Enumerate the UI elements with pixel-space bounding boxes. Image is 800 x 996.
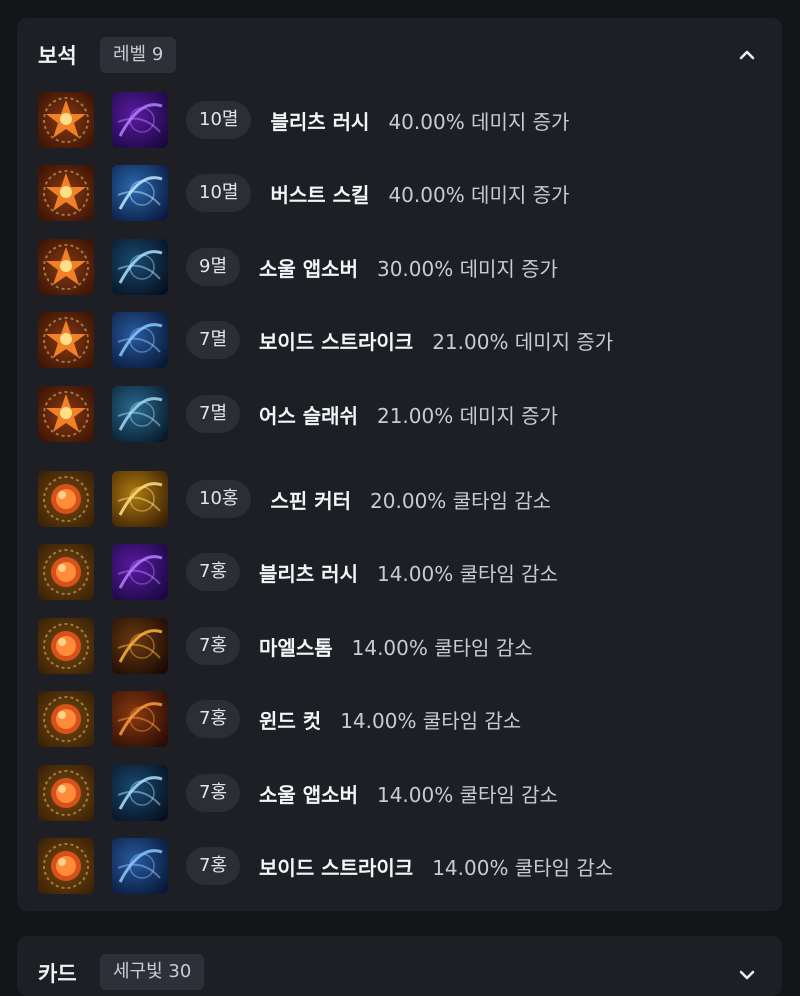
wind-cut-skill-icon[interactable] xyxy=(112,691,168,747)
gem-row[interactable]: 10멸 블리츠 러시 40.00% 데미지 증가 xyxy=(17,92,782,148)
gem-effect: 14.00% 쿨타임 감소 xyxy=(340,708,522,733)
void-strike-skill-icon[interactable] xyxy=(112,838,168,894)
gem-level-pill: 7홍 xyxy=(186,553,241,591)
skill-name: 블리츠 러시 xyxy=(270,109,370,134)
void-strike-skill-icon[interactable] xyxy=(112,312,168,368)
gem-level-pill: 7홍 xyxy=(186,847,241,885)
skill-name: 보이드 스트라이크 xyxy=(259,329,414,354)
chevron-down-icon[interactable] xyxy=(734,962,760,988)
blitz-rush-skill-icon[interactable] xyxy=(112,92,168,148)
gem-level-pill: 7홍 xyxy=(186,774,241,812)
skill-name: 마엘스톰 xyxy=(259,635,333,660)
skill-name: 어스 슬래쉬 xyxy=(259,403,358,428)
cards-set-badge: 세구빛 30 xyxy=(100,954,205,990)
gem-row[interactable]: 7홍 소울 앱소버 14.00% 쿨타임 감소 xyxy=(17,765,782,821)
gem-row-content: 7홍 보이드 스트라이크 14.00% 쿨타임 감소 xyxy=(186,847,613,885)
gem-effect: 14.00% 쿨타임 감소 xyxy=(376,782,558,807)
cards-section-title: 카드 xyxy=(38,962,77,986)
gem-level-pill: 10멸 xyxy=(186,174,252,212)
destruction-gem-icon[interactable] xyxy=(38,239,94,295)
gem-level-pill: 7멸 xyxy=(186,321,241,359)
maelstrom-skill-icon[interactable] xyxy=(112,618,168,674)
destruction-gem-icon[interactable] xyxy=(38,386,94,442)
gem-level-pill: 10멸 xyxy=(186,101,252,139)
skill-name: 블리츠 러시 xyxy=(259,561,358,586)
gem-effect: 30.00% 데미지 증가 xyxy=(376,256,558,281)
gem-row[interactable]: 7홍 윈드 컷 14.00% 쿨타임 감소 xyxy=(17,691,782,747)
gem-row-content: 10홍 스핀 커터 20.00% 쿨타임 감소 xyxy=(186,480,551,518)
crimson-gem-icon[interactable] xyxy=(38,691,94,747)
gem-row[interactable]: 9멸 소울 앱소버 30.00% 데미지 증가 xyxy=(17,239,782,295)
spin-cutter-skill-icon[interactable] xyxy=(112,471,168,527)
gem-row[interactable]: 7홍 보이드 스트라이크 14.00% 쿨타임 감소 xyxy=(17,838,782,894)
destruction-gem-icon[interactable] xyxy=(38,312,94,368)
gem-row-content: 7홍 마엘스톰 14.00% 쿨타임 감소 xyxy=(186,627,533,665)
gems-panel-header[interactable]: 보석 레벨 9 xyxy=(17,18,782,92)
gem-row[interactable]: 10멸 버스트 스킬 40.00% 데미지 증가 xyxy=(17,165,782,221)
burst-skill-icon[interactable] xyxy=(112,165,168,221)
gem-level-pill: 7멸 xyxy=(186,395,241,433)
gem-level-pill: 7홍 xyxy=(186,700,241,738)
gem-level-pill: 10홍 xyxy=(186,480,252,518)
gem-row[interactable]: 7홍 마엘스톰 14.00% 쿨타임 감소 xyxy=(17,618,782,674)
gem-effect: 21.00% 데미지 증가 xyxy=(432,329,614,354)
crimson-gem-icon[interactable] xyxy=(38,618,94,674)
gem-effect: 14.00% 쿨타임 감소 xyxy=(376,561,558,586)
skill-name: 보이드 스트라이크 xyxy=(259,855,414,880)
gem-level-pill: 9멸 xyxy=(186,248,241,286)
gem-effect: 40.00% 데미지 증가 xyxy=(388,182,570,207)
crimson-gem-icon[interactable] xyxy=(38,544,94,600)
gems-panel: 보석 레벨 9 10멸 블리츠 러시 40.00% 데미지 증가 10멸 버스트 스킬 4… xyxy=(17,18,782,911)
gem-effect: 21.00% 데미지 증가 xyxy=(376,403,558,428)
gem-row-content: 10멸 블리츠 러시 40.00% 데미지 증가 xyxy=(186,101,569,139)
cards-panel[interactable]: 카드 세구빛 30 xyxy=(17,936,782,996)
gem-row-content: 7멸 보이드 스트라이크 21.00% 데미지 증가 xyxy=(186,321,613,359)
gem-effect: 14.00% 쿨타임 감소 xyxy=(351,635,533,660)
gem-row-content: 7홍 소울 앱소버 14.00% 쿨타임 감소 xyxy=(186,774,558,812)
gem-row[interactable]: 10홍 스핀 커터 20.00% 쿨타임 감소 xyxy=(17,471,782,527)
skill-name: 소울 앱소버 xyxy=(259,782,358,807)
gem-effect: 40.00% 데미지 증가 xyxy=(388,109,570,134)
crimson-gem-icon[interactable] xyxy=(38,471,94,527)
crimson-gem-icon[interactable] xyxy=(38,838,94,894)
crimson-gem-icon[interactable] xyxy=(38,765,94,821)
skill-name: 버스트 스킬 xyxy=(270,182,370,207)
skill-name: 윈드 컷 xyxy=(259,708,322,733)
gem-row-content: 7홍 블리츠 러시 14.00% 쿨타임 감소 xyxy=(186,553,558,591)
gem-row-content: 7홍 윈드 컷 14.00% 쿨타임 감소 xyxy=(186,700,521,738)
gem-effect: 14.00% 쿨타임 감소 xyxy=(432,855,614,880)
destruction-gem-icon[interactable] xyxy=(38,92,94,148)
destruction-gem-icon[interactable] xyxy=(38,165,94,221)
earth-slash-skill-icon[interactable] xyxy=(112,386,168,442)
gem-effect: 20.00% 쿨타임 감소 xyxy=(370,488,552,513)
skill-name: 소울 앱소버 xyxy=(259,256,358,281)
gems-level-badge: 레벨 9 xyxy=(100,37,177,73)
chevron-up-icon[interactable] xyxy=(734,42,760,68)
blitz-rush-skill-icon[interactable] xyxy=(112,544,168,600)
soul-absorber-skill-icon[interactable] xyxy=(112,239,168,295)
gems-section-title: 보석 xyxy=(38,44,77,68)
skill-name: 스핀 커터 xyxy=(270,488,352,513)
gem-row[interactable]: 7멸 어스 슬래쉬 21.00% 데미지 증가 xyxy=(17,386,782,442)
gem-row-content: 10멸 버스트 스킬 40.00% 데미지 증가 xyxy=(186,174,569,212)
gem-row-content: 9멸 소울 앱소버 30.00% 데미지 증가 xyxy=(186,248,558,286)
gem-row[interactable]: 7멸 보이드 스트라이크 21.00% 데미지 증가 xyxy=(17,312,782,368)
gem-row-content: 7멸 어스 슬래쉬 21.00% 데미지 증가 xyxy=(186,395,558,433)
soul-absorber-skill-icon[interactable] xyxy=(112,765,168,821)
gem-row[interactable]: 7홍 블리츠 러시 14.00% 쿨타임 감소 xyxy=(17,544,782,600)
gem-level-pill: 7홍 xyxy=(186,627,241,665)
